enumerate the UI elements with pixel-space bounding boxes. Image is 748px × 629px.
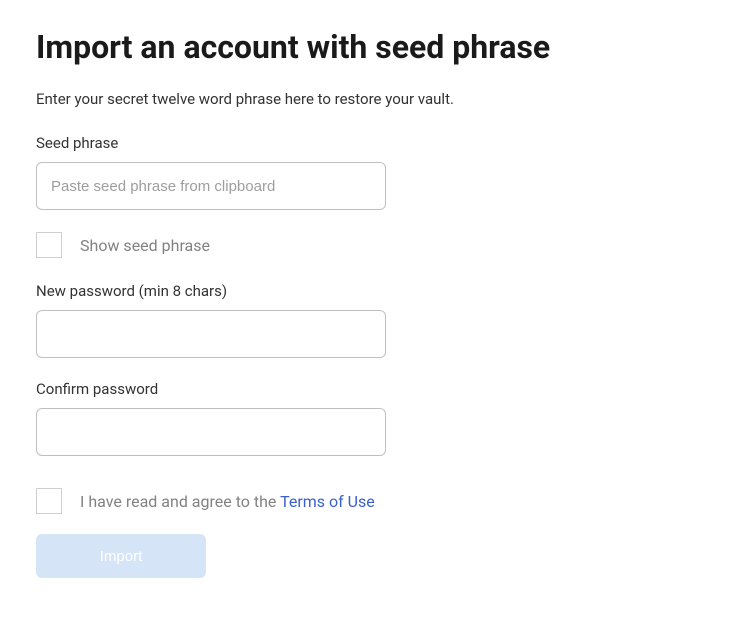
terms-label: I have read and agree to the Terms of Us… [80,492,375,511]
page-title: Import an account with seed phrase [36,28,712,66]
seed-phrase-label: Seed phrase [36,134,712,152]
confirm-password-input[interactable] [36,408,386,456]
terms-prefix: I have read and agree to the [80,492,280,511]
page-subtitle: Enter your secret twelve word phrase her… [36,90,712,108]
import-button[interactable]: Import [36,534,206,578]
new-password-label: New password (min 8 chars) [36,282,712,300]
show-seed-checkbox[interactable] [36,232,62,258]
show-seed-label: Show seed phrase [80,236,210,255]
show-seed-row: Show seed phrase [36,232,712,258]
new-password-group: New password (min 8 chars) [36,282,712,358]
confirm-password-label: Confirm password [36,380,712,398]
confirm-password-group: Confirm password [36,380,712,456]
seed-phrase-input[interactable] [36,162,386,210]
new-password-input[interactable] [36,310,386,358]
seed-phrase-group: Seed phrase [36,134,712,210]
terms-link[interactable]: Terms of Use [280,492,375,511]
terms-row: I have read and agree to the Terms of Us… [36,488,712,514]
terms-checkbox[interactable] [36,488,62,514]
